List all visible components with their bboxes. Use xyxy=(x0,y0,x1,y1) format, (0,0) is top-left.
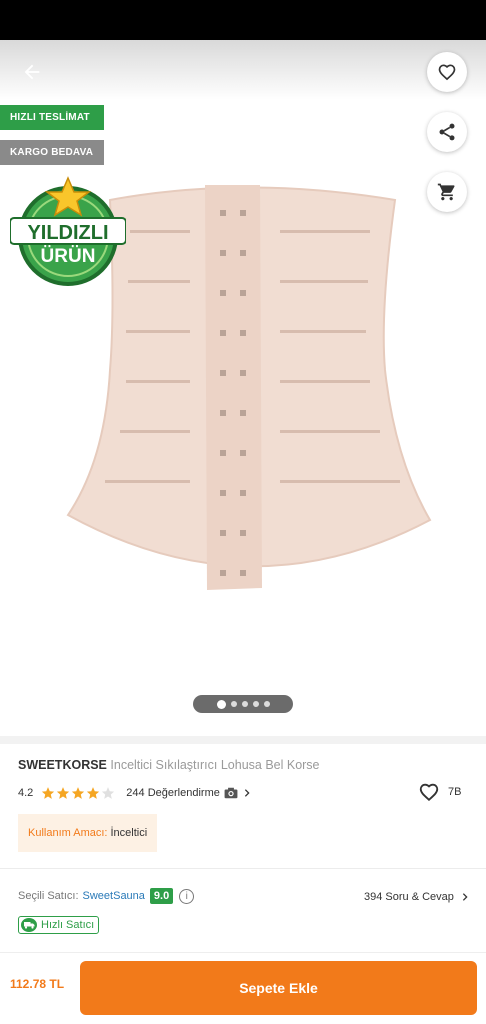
star-icon xyxy=(42,787,55,799)
reviews-link[interactable]: 244 Değerlendirme xyxy=(126,787,252,799)
chevron-right-icon xyxy=(462,893,468,901)
questions-answers-link[interactable]: 394 Soru & Cevap xyxy=(364,891,470,903)
gallery-dot[interactable] xyxy=(216,699,226,709)
top-shade xyxy=(0,40,486,100)
info-icon[interactable]: i xyxy=(179,888,195,904)
usage-purpose-value: İnceltici xyxy=(110,827,148,839)
favorites-count: 7B xyxy=(448,786,462,798)
fast-delivery-badge: HIZLI TESLİMAT xyxy=(0,105,104,130)
star-icon xyxy=(87,787,100,799)
star-icon xyxy=(57,787,70,799)
cart-shortcut-button[interactable] xyxy=(427,172,467,212)
rating-row: 4.2 244 Değerlendirme xyxy=(18,784,468,802)
seller-row: Seçili Satıcı: SweetSauna 9.0 i xyxy=(18,888,195,904)
free-shipping-badge: KARGO BEDAVA xyxy=(0,140,104,165)
starred-line1: YILDIZLI xyxy=(27,222,108,244)
back-button[interactable] xyxy=(14,54,50,90)
heart-outline-icon xyxy=(438,64,456,81)
chevron-right-icon xyxy=(244,789,250,797)
seller-score: 9.0 xyxy=(149,888,174,904)
section-divider xyxy=(0,736,486,744)
fast-seller-label: Hızlı Satıcı xyxy=(41,919,95,931)
favorites-counter[interactable]: 7B xyxy=(418,781,461,803)
seller-label: Seçili Satıcı: xyxy=(18,890,79,902)
reviews-count: 244 Değerlendirme xyxy=(126,787,220,799)
star-empty-icon xyxy=(102,787,115,799)
qa-label: 394 Soru & Cevap xyxy=(364,891,454,903)
starred-product-badge: YILDIZLI ÜRÜN xyxy=(10,176,126,286)
product-price: 112.78 TL xyxy=(10,977,65,991)
heart-outline-icon xyxy=(419,783,439,802)
camera-icon xyxy=(224,787,238,799)
star-icon xyxy=(72,787,85,799)
product-image-gallery[interactable]: HIZLI TESLİMAT KARGO BEDAVA YILDIZLI ÜRÜ… xyxy=(0,40,486,736)
usage-purpose-chip: Kullanım Amacı: İnceltici xyxy=(18,814,158,852)
rating-score: 4.2 xyxy=(18,787,34,799)
shopping-cart-icon xyxy=(437,183,455,201)
gallery-dot[interactable] xyxy=(263,701,270,707)
share-button[interactable] xyxy=(427,112,467,152)
gallery-dot[interactable] xyxy=(230,701,237,707)
delivery-truck-icon xyxy=(21,918,37,932)
status-bar xyxy=(0,0,486,40)
gallery-dot[interactable] xyxy=(241,701,248,707)
rating-stars xyxy=(41,786,116,800)
fast-seller-badge: Hızlı Satıcı xyxy=(18,916,100,934)
product-title: SWEETKORSE Inceltici Sıkılaştırıcı Lohus… xyxy=(18,758,468,772)
seller-name[interactable]: SweetSauna xyxy=(83,890,145,902)
starred-line2: ÜRÜN xyxy=(41,246,96,267)
arrow-left-icon xyxy=(24,64,40,80)
gallery-dot[interactable] xyxy=(252,701,259,707)
section-divider xyxy=(0,868,486,869)
usage-purpose-label: Kullanım Amacı: xyxy=(28,827,108,839)
brand-name[interactable]: SWEETKORSE xyxy=(18,758,107,772)
bottom-action-bar: 112.78 TL Sepete Ekle xyxy=(0,952,486,1024)
add-to-cart-button[interactable]: Sepete Ekle xyxy=(80,961,477,1015)
product-name: Inceltici Sıkılaştırıcı Lohusa Bel Korse xyxy=(110,758,320,772)
gallery-pagination[interactable] xyxy=(193,695,293,713)
share-icon xyxy=(439,123,455,141)
favorite-button[interactable] xyxy=(427,52,467,92)
